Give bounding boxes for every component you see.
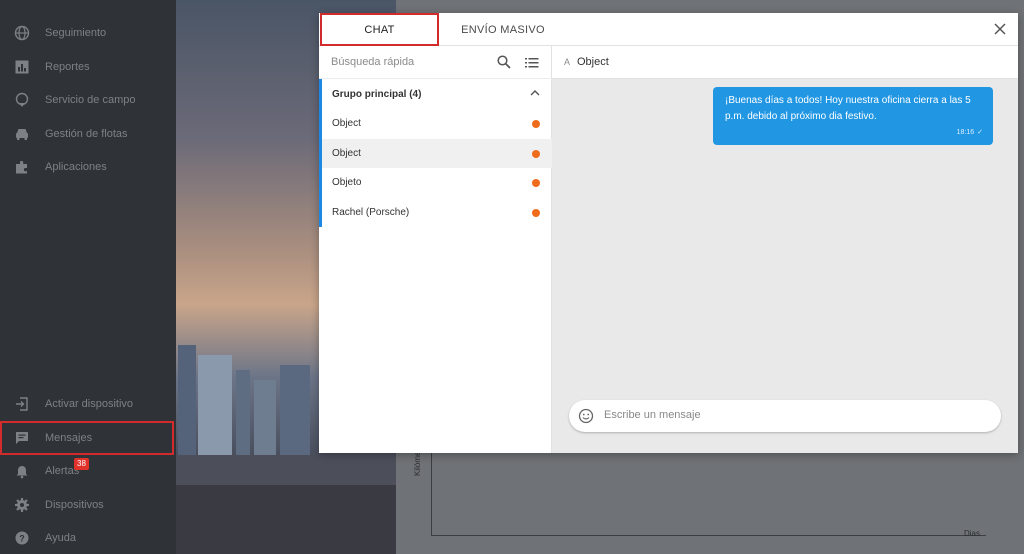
contact-name: Objeto	[332, 177, 362, 189]
message-meta: 18:16 ✓	[957, 125, 983, 141]
contact-row[interactable]: Objeto	[322, 168, 552, 198]
chart-y-label: Kilóme	[413, 451, 422, 476]
contacts-pane: Grupo principal (4) Object Object Objeto…	[319, 46, 552, 453]
search-row	[319, 46, 552, 79]
contact-row[interactable]: Object	[322, 138, 552, 168]
sidebar: Seguimiento Reportes Servicio de campo G…	[0, 0, 176, 554]
chat-modal: CHAT ENVÍO MASIVO Grupo principal (4)	[319, 13, 1018, 453]
contact-name: Rachel (Porsche)	[332, 206, 410, 218]
sidebar-item-label: Mensajes	[45, 432, 93, 444]
status-dot	[532, 208, 540, 217]
avatar: A	[564, 57, 571, 67]
sidebar-item-dispositivos[interactable]: Dispositivos	[0, 488, 176, 522]
sidebar-item-label: Servicio de campo	[45, 94, 136, 106]
help-icon: ?	[13, 529, 31, 547]
puzzle-icon	[13, 158, 31, 176]
tab-envio-masivo[interactable]: ENVÍO MASIVO	[441, 13, 565, 46]
contact-name: Object	[332, 147, 361, 159]
message-bubble[interactable]: ¡Buenas días a todos! Hoy nuestra oficin…	[713, 87, 993, 145]
message-time: 18:16	[956, 129, 975, 136]
sidebar-item-ayuda[interactable]: ? Ayuda	[0, 521, 176, 554]
message-text: ¡Buenas días a todos! Hoy nuestra oficin…	[725, 95, 971, 122]
contact-row[interactable]: Rachel (Porsche)	[322, 198, 552, 228]
sidebar-item-activar-dispositivo[interactable]: Activar dispositivo	[0, 387, 176, 421]
sidebar-item-servicio-de-campo[interactable]: Servicio de campo	[0, 83, 176, 117]
chart-x-label: Dias	[964, 529, 981, 538]
sidebar-item-aplicaciones[interactable]: Aplicaciones	[0, 150, 176, 184]
location-pin-icon	[13, 91, 31, 109]
contact-row[interactable]: Object	[322, 109, 552, 139]
sidebar-item-label: Dispositivos	[45, 499, 104, 511]
conversation-title: Object	[577, 56, 609, 68]
contact-group: Grupo principal (4) Object Object Objeto…	[319, 79, 552, 227]
tab-chat[interactable]: CHAT	[320, 13, 439, 46]
close-icon	[994, 23, 1006, 35]
sidebar-item-seguimiento[interactable]: Seguimiento	[0, 16, 176, 50]
close-button[interactable]	[992, 21, 1008, 37]
chat-bubble-icon	[13, 429, 31, 447]
gear-icon	[13, 496, 31, 514]
contact-name: Object	[332, 118, 361, 130]
sidebar-item-label: Aplicaciones	[45, 161, 107, 173]
status-dot	[532, 120, 540, 128]
sidebar-item-label: Gestión de flotas	[45, 128, 128, 140]
chart-x-axis	[431, 535, 986, 536]
search-input[interactable]	[331, 56, 491, 68]
message-composer	[569, 400, 1001, 432]
chevron-up-icon[interactable]	[530, 89, 540, 97]
modal-tabs: CHAT ENVÍO MASIVO	[319, 13, 1018, 46]
check-icon: ✓	[977, 129, 983, 136]
sidebar-item-mensajes[interactable]: Mensajes	[0, 421, 174, 455]
emoji-icon[interactable]	[578, 408, 594, 424]
list-view-icon[interactable]	[525, 56, 539, 68]
conversation-pane: A Object ¡Buenas días a todos! Hoy nuest…	[552, 46, 1018, 453]
sidebar-item-reportes[interactable]: Reportes	[0, 50, 176, 84]
search-icon[interactable]	[497, 55, 511, 69]
alerts-count-badge: 38	[74, 458, 89, 470]
sidebar-item-label: Reportes	[45, 61, 90, 73]
sidebar-item-label: Activar dispositivo	[45, 398, 134, 410]
status-dot	[532, 149, 540, 158]
group-label: Grupo principal (4)	[332, 88, 422, 100]
login-icon	[13, 395, 31, 413]
conversation-header: A Object	[552, 46, 1018, 79]
message-input[interactable]	[604, 409, 984, 421]
globe-icon	[13, 24, 31, 42]
group-header[interactable]: Grupo principal (4)	[322, 79, 552, 109]
svg-text:?: ?	[19, 534, 25, 544]
sidebar-item-gestion-de-flotas[interactable]: Gestión de flotas	[0, 117, 176, 151]
sidebar-item-label: Seguimiento	[45, 27, 107, 39]
chart-y-axis	[431, 452, 432, 536]
car-icon	[13, 125, 31, 143]
bell-icon	[13, 462, 31, 480]
bar-chart-icon	[13, 58, 31, 76]
status-dot	[532, 179, 540, 187]
sidebar-item-label: Ayuda	[45, 532, 76, 544]
